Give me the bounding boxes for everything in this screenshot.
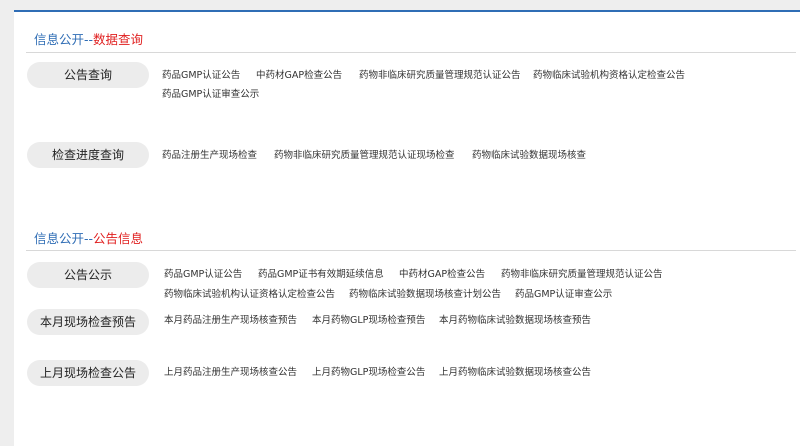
section-title-data-query: 信息公开--数据查询: [34, 32, 143, 48]
link-glp-cert-announcement[interactable]: 药物非临床研究质量管理规范认证公告: [359, 69, 521, 83]
link-glp-cert-announcement[interactable]: 药物非临床研究质量管理规范认证公告: [501, 268, 663, 282]
link-clinical-trial-institution-announcement[interactable]: 药物临床试验机构资格认定检查公告: [533, 69, 685, 83]
content-panel: 信息公开--数据查询 公告查询 药品GMP认证公告 中药材GAP检查公告 药物非…: [14, 10, 800, 446]
link-gmp-cert-validity-extension[interactable]: 药品GMP证书有效期延续信息: [258, 268, 384, 282]
section-title-separator: --: [84, 231, 94, 246]
link-last-month-glp-announcement[interactable]: 上月药物GLP现场检查公告: [312, 366, 425, 380]
category-this-month-preview[interactable]: 本月现场检查预告: [27, 309, 149, 335]
category-announcements[interactable]: 公告公示: [27, 262, 149, 288]
link-last-month-clinical-announcement[interactable]: 上月药物临床试验数据现场核查公告: [439, 366, 591, 380]
section-title-announcement-info: 信息公开--公告信息: [34, 231, 143, 247]
section-title-separator: --: [84, 32, 94, 47]
link-clinical-institution-inspection-announcement[interactable]: 药物临床试验机构认证资格认定检查公告: [164, 288, 335, 302]
category-progress-query[interactable]: 检查进度查询: [27, 142, 149, 168]
link-this-month-glp-preview[interactable]: 本月药物GLP现场检查预告: [312, 314, 425, 328]
link-gmp-cert-announcement[interactable]: 药品GMP认证公告: [164, 268, 242, 282]
section-title-prefix: 信息公开: [34, 231, 85, 246]
section-title-highlight: 公告信息: [93, 231, 144, 246]
link-last-month-registration-announcement[interactable]: 上月药品注册生产现场核查公告: [164, 366, 297, 380]
link-gmp-cert-review-notice[interactable]: 药品GMP认证审查公示: [162, 88, 259, 102]
link-this-month-clinical-preview[interactable]: 本月药物临床试验数据现场核查预告: [439, 314, 591, 328]
section-divider: [26, 52, 796, 53]
link-drug-registration-inspection[interactable]: 药品注册生产现场检查: [162, 149, 257, 163]
link-glp-onsite-inspection[interactable]: 药物非临床研究质量管理规范认证现场检查: [274, 149, 455, 163]
link-clinical-data-verification-plan[interactable]: 药物临床试验数据现场核查计划公告: [349, 288, 501, 302]
section-title-highlight: 数据查询: [93, 32, 144, 47]
link-clinical-data-verification[interactable]: 药物临床试验数据现场核查: [472, 149, 586, 163]
section-title-prefix: 信息公开: [34, 32, 85, 47]
category-last-month-announcement[interactable]: 上月现场检查公告: [27, 360, 149, 386]
link-gmp-cert-announcement[interactable]: 药品GMP认证公告: [162, 69, 240, 83]
link-this-month-registration-preview[interactable]: 本月药品注册生产现场核查预告: [164, 314, 297, 328]
link-gmp-cert-review-notice[interactable]: 药品GMP认证审查公示: [515, 288, 612, 302]
section-divider: [26, 250, 796, 251]
link-gap-inspection-announcement[interactable]: 中药材GAP检查公告: [256, 69, 342, 83]
category-announcement-query[interactable]: 公告查询: [27, 62, 149, 88]
link-gap-inspection-announcement[interactable]: 中药材GAP检查公告: [399, 268, 485, 282]
